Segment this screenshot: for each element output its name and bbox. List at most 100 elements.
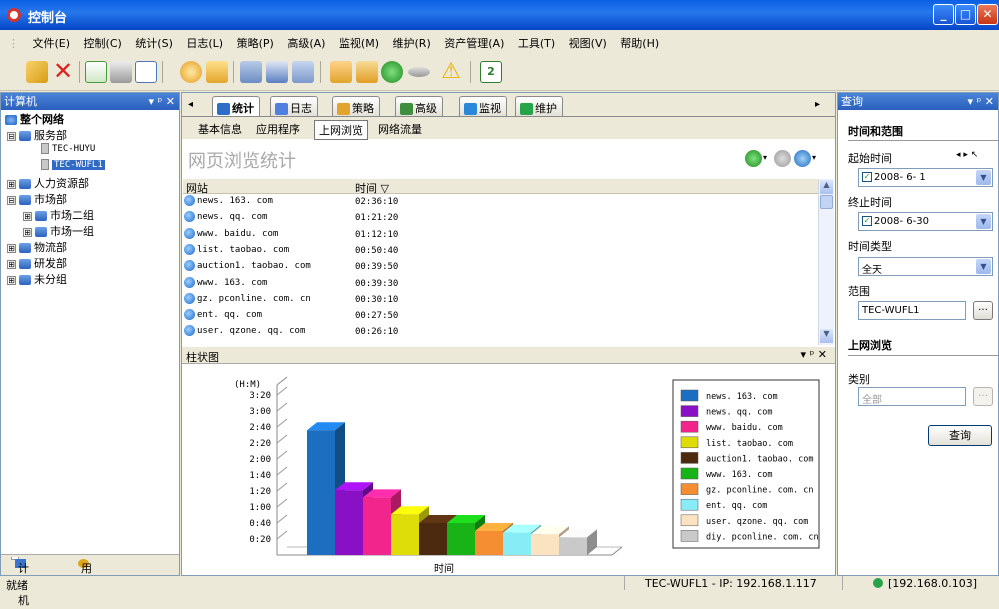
tab-log[interactable]: 日志 <box>270 96 318 116</box>
tree-root[interactable]: 整个网络 <box>5 111 64 127</box>
time-type-select[interactable]: 全天 ▼ <box>858 257 993 276</box>
collapse-icon[interactable]: ⊟ <box>7 195 16 205</box>
subtab-apps[interactable]: 应用程序 <box>252 120 304 138</box>
menu-maintenance[interactable]: 维护(R) <box>388 30 436 51</box>
folder-icon[interactable] <box>206 61 228 83</box>
preview-icon[interactable] <box>135 61 157 83</box>
menu-advanced[interactable]: 高级(A) <box>282 30 330 51</box>
table-row[interactable]: news. 163. com 02:36:10 <box>184 195 398 210</box>
tree-item-service[interactable]: ⊟ 服务部 <box>7 127 67 143</box>
tab-maintenance[interactable]: 维护 <box>515 96 563 116</box>
table-row[interactable]: auction1. taobao. com 00:39:50 <box>184 260 398 275</box>
menu-file[interactable]: 文件(E) <box>28 30 76 51</box>
tab-scroll-left-icon[interactable]: ◂ <box>188 99 193 110</box>
table-row[interactable]: gz. pconline. com. cn 00:30:10 <box>184 292 398 308</box>
collapse-icon[interactable]: ⊟ <box>7 131 16 141</box>
monitor-icon[interactable] <box>330 61 352 83</box>
column-header-site[interactable]: 网站 <box>186 180 208 196</box>
category-browse-button[interactable]: … <box>973 387 993 406</box>
tab-scroll-right-icon[interactable]: ▸ <box>815 99 820 110</box>
tree-item-hr[interactable]: ⊞ 人力资源部 <box>7 175 89 191</box>
scope-field[interactable]: TEC-WUFL1 <box>858 301 966 320</box>
tab-policy[interactable]: 策略 <box>332 96 380 116</box>
menu-view[interactable]: 视图(V) <box>564 30 612 51</box>
menu-tools[interactable]: 工具(T) <box>513 30 560 51</box>
tree-item-tec-wufl1[interactable]: TEC-WUFL1 <box>41 159 105 170</box>
chevron-down-icon[interactable]: ▼ <box>976 259 991 274</box>
expand-icon[interactable]: ⊞ <box>7 179 16 189</box>
chevron-down-icon[interactable]: ▼ <box>976 170 991 185</box>
menu-monitor[interactable]: 监视(M) <box>334 30 384 51</box>
menu-control[interactable]: 控制(C) <box>79 30 127 51</box>
warning-icon[interactable]: ⚠ <box>440 61 462 83</box>
delete-icon[interactable]: ✕ <box>52 59 74 83</box>
chart-panel-controls-icon[interactable]: ▾ ᵖ ✕ <box>801 348 827 361</box>
maximize-button[interactable]: □ <box>955 4 976 25</box>
minimize-button[interactable]: _ <box>933 4 954 25</box>
subtab-traffic[interactable]: 网络流量 <box>374 120 426 138</box>
panel-controls-icon[interactable]: ▾ ᵖ ✕ <box>149 93 175 110</box>
tree-item-market-2[interactable]: ⊞ 市场二组 <box>23 207 94 223</box>
upload-icon[interactable] <box>794 150 811 167</box>
scope-browse-button[interactable]: … <box>973 301 993 320</box>
close-button[interactable]: ✕ <box>977 4 998 25</box>
copy-icon[interactable] <box>240 61 262 83</box>
tree-item-market-1[interactable]: ⊞ 市场一组 <box>23 223 94 239</box>
tab-statistics[interactable]: 统计 <box>212 96 260 116</box>
category-field[interactable]: 全部 <box>858 387 966 406</box>
export-icon[interactable] <box>774 150 791 167</box>
gem-icon[interactable] <box>381 61 403 83</box>
refresh-icon[interactable]: 2 <box>480 61 502 83</box>
menu-log[interactable]: 日志(L) <box>181 30 228 51</box>
menu-help[interactable]: 帮助(H) <box>615 30 664 51</box>
table-row[interactable]: news. qq. com 01:21:20 <box>184 211 398 226</box>
table-row[interactable]: ent. qq. com 00:27:50 <box>184 309 398 324</box>
column-header-time[interactable]: 时间 ▽ <box>355 180 389 196</box>
list-view-icon[interactable] <box>745 150 762 167</box>
chip-icon[interactable] <box>408 67 430 77</box>
screen-icon[interactable] <box>292 61 314 83</box>
expand-icon[interactable]: ⊞ <box>7 275 16 285</box>
chart-icon[interactable] <box>356 61 378 83</box>
tab-computers[interactable]: 计算机 <box>11 557 29 607</box>
table-row[interactable]: user. qzone. qq. com 00:26:10 <box>184 325 398 340</box>
start-date-picker[interactable]: ✓ 2008- 6- 1 ▼ <box>858 168 993 187</box>
dropdown-arrow-icon[interactable]: ▾ <box>763 153 767 162</box>
expand-icon[interactable]: ⊞ <box>7 259 16 269</box>
window-icon[interactable] <box>266 61 288 83</box>
menu-policy[interactable]: 策略(P) <box>232 30 279 51</box>
expand-icon[interactable]: ⊞ <box>7 243 16 253</box>
nav-arrows-icon[interactable]: ◂ ▸ ↖ <box>956 150 978 160</box>
dropdown-arrow-icon[interactable]: ▾ <box>812 153 816 162</box>
import-icon[interactable] <box>85 61 107 83</box>
subtab-browsing[interactable]: 上网浏览 <box>314 120 368 140</box>
table-row[interactable]: www. 163. com 00:39:30 <box>184 276 398 292</box>
chevron-down-icon[interactable]: ▼ <box>976 214 991 229</box>
menu-assets[interactable]: 资产管理(A) <box>439 30 509 51</box>
scroll-thumb[interactable] <box>820 195 833 209</box>
tree-item-logistics[interactable]: ⊞ 物流部 <box>7 239 67 255</box>
tree-item-rnd[interactable]: ⊞ 研发部 <box>7 255 67 271</box>
menu-statistics[interactable]: 统计(S) <box>130 30 178 51</box>
checkbox-icon[interactable]: ✓ <box>862 172 872 182</box>
globe-icon[interactable] <box>180 61 202 83</box>
tab-monitor[interactable]: 监视 <box>459 96 507 116</box>
expand-icon[interactable]: ⊞ <box>23 211 32 221</box>
table-row[interactable]: list. taobao. com 00:50:40 <box>184 243 398 259</box>
table-row[interactable]: www. baidu. com 01:12:10 <box>184 227 398 243</box>
expand-icon[interactable]: ⊞ <box>23 227 32 237</box>
vertical-scrollbar[interactable]: ▲ ▼ <box>818 179 834 345</box>
tab-users[interactable]: 用户 <box>75 557 92 591</box>
tree-item-market[interactable]: ⊟ 市场部 <box>7 191 67 207</box>
new-icon[interactable] <box>26 61 48 83</box>
tree-item-ungrouped[interactable]: ⊞ 未分组 <box>7 271 67 287</box>
panel-controls-icon[interactable]: ▾ ᵖ ✕ <box>968 93 994 110</box>
tree-item-tec-huyu[interactable]: TEC-HUYU <box>41 143 95 154</box>
tab-advanced[interactable]: 高级 <box>395 96 443 116</box>
checkbox-icon[interactable]: ✓ <box>862 216 872 226</box>
end-date-picker[interactable]: ✓ 2008- 6-30 ▼ <box>858 212 993 231</box>
scroll-up-icon[interactable]: ▲ <box>820 180 833 194</box>
print-icon[interactable] <box>110 61 132 83</box>
subtab-basic[interactable]: 基本信息 <box>194 120 246 138</box>
query-button[interactable]: 查询 <box>928 425 992 446</box>
